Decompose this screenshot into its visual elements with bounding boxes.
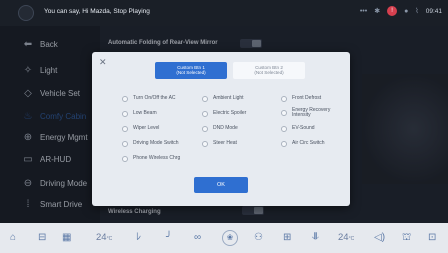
left-temp-unit: °C [106, 236, 113, 242]
ok-button[interactable]: OK [194, 177, 248, 193]
bottom-dock: ⌂ ⊟ ▦ 24°C ﾚ ╯ ∞ ❀ ⚇ ⊞ ⥥ 24°C ◁) ⛫ ⊡ [0, 223, 448, 253]
option-phone-wireless-chrg[interactable]: Phone Wireless Chrg [122, 155, 181, 162]
voice-hint-text: You can say, Hi Mazda, Stop Playing [44, 8, 150, 15]
tab-status: (Not Selected) [176, 70, 206, 76]
option-label: Energy Recovery Intensity [292, 107, 331, 119]
custom-button-dialog: ✕ Custom Btn 1 (Not Selected) Custom Btn… [92, 52, 350, 206]
option-front-defrost[interactable]: Front Defrost [281, 95, 322, 102]
right-temperature[interactable]: 24°C [338, 231, 354, 245]
seat-heat-icon[interactable]: ⥥ [312, 231, 319, 245]
option-label: Wiper Level [133, 125, 160, 132]
option-electric-spoiler[interactable]: Electric Spoiler [202, 110, 247, 117]
ac-icon[interactable]: ⚇ [254, 231, 263, 245]
radio-icon [122, 96, 128, 102]
tab-status: (Not Selected) [254, 70, 284, 76]
radio-icon [202, 126, 208, 132]
option-low-beam[interactable]: Low Beam [122, 110, 157, 117]
defrost-icon[interactable]: ∞ [194, 231, 201, 245]
fan-icon[interactable]: ❀ [222, 230, 238, 246]
volume-icon[interactable]: ◁) [374, 231, 385, 245]
radio-icon [281, 126, 287, 132]
voice-assistant-icon[interactable] [18, 5, 34, 21]
option-label: Air Circ Switch [292, 140, 325, 147]
option-label: Driving Mode Switch [133, 140, 179, 147]
custom-btn-2-tab[interactable]: Custom Btn 2 (Not Selected) [233, 62, 305, 79]
radio-icon [202, 111, 208, 117]
option-ev-sound[interactable]: EV-Sound [281, 125, 315, 132]
custom-btn-1-tab[interactable]: Custom Btn 1 (Not Selected) [155, 62, 227, 79]
option-air-circ-switch[interactable]: Air Circ Switch [281, 140, 325, 147]
radio-icon [281, 110, 287, 117]
dots-icon: ••• [359, 7, 368, 15]
bluetooth-icon: ✱ [374, 8, 381, 15]
wiper-icon[interactable]: ╯ [166, 231, 172, 245]
status-icons: ••• ✱ ! ● ⌇ 09:41 [360, 6, 442, 16]
option-label: Steer Heat [213, 140, 237, 147]
option-driving-mode-switch[interactable]: Driving Mode Switch [122, 140, 179, 147]
lock-icon[interactable]: ⛫ [402, 231, 411, 245]
radio-icon [122, 141, 128, 147]
radio-icon [122, 111, 128, 117]
home-icon[interactable]: ⌂ [10, 231, 16, 245]
clock: 09:41 [425, 7, 442, 15]
car-icon[interactable]: ⊟ [38, 231, 46, 245]
radio-icon [122, 156, 128, 162]
option-energy-recovery[interactable]: Energy Recovery Intensity [281, 107, 344, 119]
right-temp-value: 24 [338, 232, 349, 243]
close-icon[interactable]: ✕ [99, 58, 107, 67]
left-temperature[interactable]: 24°C [96, 231, 112, 245]
option-steer-heat[interactable]: Steer Heat [202, 140, 237, 147]
radio-icon [202, 96, 208, 102]
seat-icon[interactable]: ﾚ [136, 231, 141, 245]
radio-icon [281, 141, 287, 147]
radio-icon [281, 96, 287, 102]
option-dnd-mode[interactable]: DND Mode [202, 125, 238, 132]
option-label: Electric Spoiler [213, 110, 247, 117]
notification-icon[interactable]: ! [387, 6, 398, 16]
option-label: Turn On/Off the AC [133, 95, 176, 102]
option-label: EV-Sound [292, 125, 315, 132]
option-label: Low Beam [133, 110, 157, 117]
right-temp-unit: °C [348, 236, 355, 242]
signal-icon: ⌇ [415, 8, 419, 15]
status-bar: You can say, Hi Mazda, Stop Playing ••• … [0, 0, 448, 26]
radio-icon [202, 141, 208, 147]
radio-icon [122, 126, 128, 132]
option-label: Ambient Light [213, 95, 244, 102]
option-label: Front Defrost [292, 95, 322, 102]
option-label: DND Mode [213, 125, 238, 132]
option-ambient-light[interactable]: Ambient Light [202, 95, 244, 102]
rear-defrost-icon[interactable]: ⊞ [283, 231, 291, 245]
trunk-icon[interactable]: ⊡ [428, 231, 436, 245]
left-temp-value: 24 [96, 232, 107, 243]
option-ac[interactable]: Turn On/Off the AC [122, 95, 176, 102]
apps-grid-icon[interactable]: ▦ [62, 231, 71, 245]
option-wiper-level[interactable]: Wiper Level [122, 125, 160, 132]
option-label: Phone Wireless Chrg [133, 155, 181, 162]
user-icon: ● [404, 7, 409, 15]
